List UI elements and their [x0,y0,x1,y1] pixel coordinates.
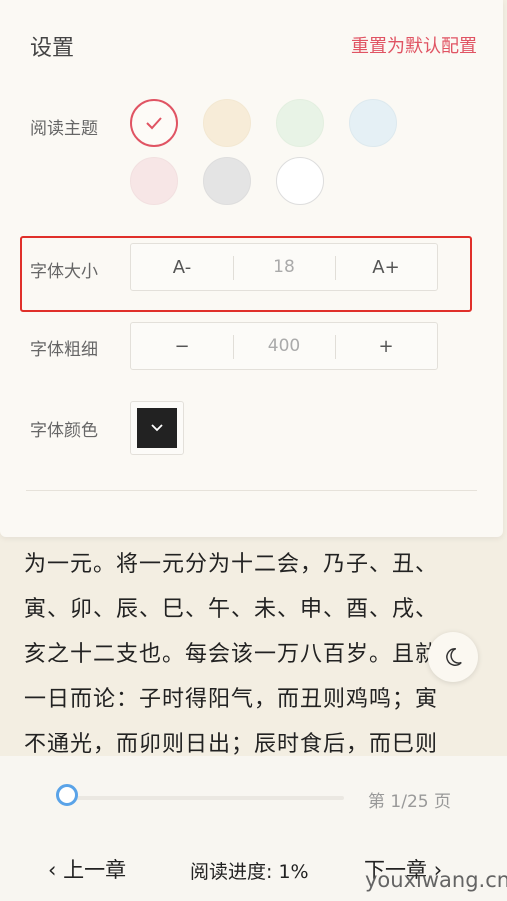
bottom-bar: 第 1/25 页 ‹ 上一章 阅读进度: 1% 下一章 › youxiwang.… [0,756,507,901]
prev-chapter-button[interactable]: ‹ 上一章 [48,854,126,884]
progress-slider-track[interactable] [64,796,344,800]
theme-swatch-gray[interactable] [203,157,251,205]
check-icon [146,117,162,130]
settings-panel: 设置 重置为默认配置 阅读主题 字体大小 A- 18 A+ 字体粗细 − 400… [0,0,503,537]
theme-label: 阅读主题 [30,119,98,139]
prev-chapter-label: 上一章 [63,858,127,882]
theme-swatch-sky[interactable] [349,99,397,147]
night-mode-button[interactable] [428,632,478,682]
font-size-value: 18 [233,244,335,290]
divider [26,490,477,491]
theme-swatch-beige[interactable] [203,99,251,147]
font-size-increase-button[interactable]: A+ [335,244,437,290]
chevron-down-icon [151,424,163,432]
reader-content: 盘阅天地之数，有十二万九千六百岁 为一元。将一元分为十二会，乃子、丑、 寅、卯、… [24,520,486,767]
theme-swatch-white-red[interactable] [130,99,178,147]
font-size-decrease-button[interactable]: A- [131,244,233,290]
theme-swatch-pink[interactable] [130,157,178,205]
page-title: 设置 [30,36,75,61]
font-weight-decrease-button[interactable]: − [131,323,233,369]
progress-slider-knob[interactable] [55,784,78,806]
reader-line: 亥之十二支也。每会该一万八百岁。且就 [24,642,439,667]
theme-swatch-mint[interactable] [276,99,324,147]
font-color-swatch [137,408,177,448]
chevron-left-icon: ‹ [48,858,57,882]
font-weight-increase-button[interactable]: + [335,323,437,369]
watermark: youxiwang.cn [365,868,507,892]
font-weight-value: 400 [233,323,335,369]
page-info: 第 1/25 页 [368,792,451,812]
font-weight-label: 字体粗细 [30,340,98,360]
font-size-label: 字体大小 [30,262,98,282]
reading-progress: 阅读进度: 1% [190,861,309,883]
moon-icon [446,648,462,666]
font-weight-stepper: − 400 + [130,322,438,370]
reader-line: 寅、卯、辰、巳、午、未、申、酉、戌、 [24,597,439,622]
font-color-picker[interactable] [130,401,184,455]
reset-default-button[interactable]: 重置为默认配置 [351,32,477,58]
reader-line: 一日而论：子时得阳气，而丑则鸡鸣；寅 [24,687,439,712]
theme-swatch-white[interactable] [276,157,324,205]
status-bar [0,0,503,22]
font-color-label: 字体颜色 [30,421,98,441]
reader-line: 为一元。将一元分为十二会，乃子、丑、 [24,552,439,577]
font-size-stepper: A- 18 A+ [130,243,438,291]
